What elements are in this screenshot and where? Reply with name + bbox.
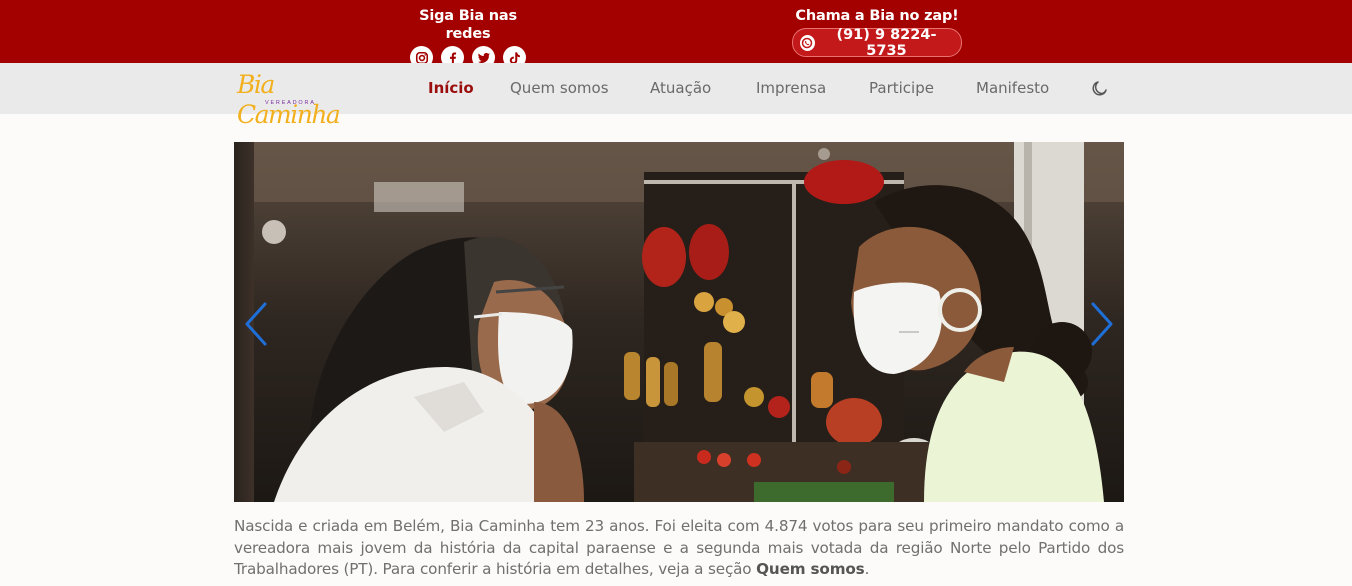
nav-item-imprensa[interactable]: Imprensa	[756, 79, 826, 97]
whatsapp-section: Chama a Bia no zap! (91) 9 8224-5735	[792, 7, 962, 59]
quem-somos-link[interactable]: Quem somos	[756, 560, 865, 578]
nav-item-atuacao[interactable]: Atuação	[650, 79, 711, 97]
social-section: Siga Bia nas redes	[398, 7, 538, 69]
hero-photo	[234, 142, 1124, 502]
main-navbar: Bia Caminha VEREADORA Início Quem somos …	[0, 63, 1352, 129]
chevron-right-icon[interactable]	[1089, 302, 1115, 346]
intro-paragraph: Nascida e criada em Belém, Bia Caminha t…	[234, 516, 1124, 581]
intro-end: .	[864, 560, 870, 578]
top-bar: Siga Bia nas redes Chama a Bia no zap! (…	[0, 0, 1352, 69]
social-title: Siga Bia nas redes	[419, 8, 517, 42]
nav-links: Início Quem somos Atuação Imprensa Parti…	[0, 63, 1352, 114]
whatsapp-number: (91) 9 8224-5735	[836, 26, 937, 59]
whatsapp-title: Chama a Bia no zap!	[795, 8, 959, 24]
nav-item-inicio[interactable]: Início	[428, 79, 474, 97]
intro-text: Nascida e criada em Belém, Bia Caminha t…	[234, 517, 1124, 578]
nav-item-participe[interactable]: Participe	[869, 79, 934, 97]
nav-item-quem-somos[interactable]: Quem somos	[510, 79, 609, 97]
moon-icon[interactable]	[1091, 79, 1109, 97]
nav-item-manifesto[interactable]: Manifesto	[976, 79, 1049, 97]
whatsapp-icon	[800, 34, 815, 51]
whatsapp-button[interactable]: (91) 9 8224-5735	[792, 26, 962, 59]
hero-carousel	[234, 142, 1124, 502]
chevron-left-icon[interactable]	[243, 302, 269, 346]
